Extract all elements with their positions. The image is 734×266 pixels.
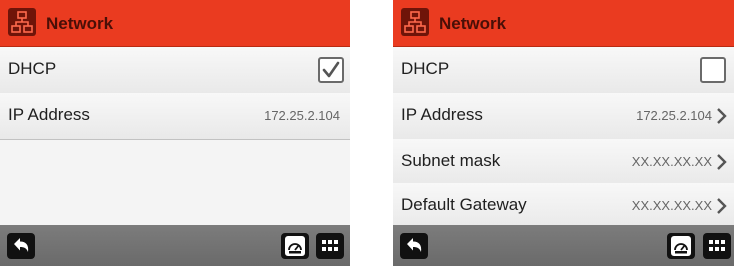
ip-address-value: 172.25.2.104 — [264, 108, 340, 123]
keypad-icon — [709, 240, 725, 251]
network-screen-dhcp-on: Network DHCP IP Address 172.25.2.104 — [0, 0, 350, 266]
ip-address-label: IP Address — [8, 105, 90, 124]
keypad-button[interactable] — [316, 233, 344, 259]
empty-area — [0, 140, 350, 224]
ip-address-value: 172.25.2.104 — [636, 108, 712, 123]
ip-address-row[interactable]: IP Address 172.25.2.104 — [0, 93, 350, 140]
default-gateway-row[interactable]: Default Gateway XX.XX.XX.XX — [393, 183, 734, 230]
speedometer-icon — [285, 236, 305, 256]
checkmark-icon — [322, 61, 340, 78]
footer-bar — [393, 225, 734, 266]
dhcp-checkbox[interactable] — [700, 57, 726, 83]
page-title: Network — [439, 14, 507, 33]
ip-address-label: IP Address — [401, 105, 483, 124]
ip-address-row[interactable]: IP Address 172.25.2.104 — [393, 93, 734, 140]
network-icon — [8, 8, 36, 36]
back-button[interactable] — [7, 233, 35, 259]
chevron-right-icon — [717, 108, 727, 124]
subnet-mask-label: Subnet mask — [401, 151, 501, 170]
back-icon — [407, 238, 422, 252]
back-button[interactable] — [400, 233, 428, 259]
dhcp-checkbox[interactable] — [318, 57, 344, 83]
speedometer-button[interactable] — [667, 233, 695, 259]
keypad-button[interactable] — [703, 233, 731, 259]
subnet-mask-row[interactable]: Subnet mask XX.XX.XX.XX — [393, 139, 734, 186]
default-gateway-value: XX.XX.XX.XX — [631, 198, 712, 213]
chevron-right-icon — [717, 154, 727, 170]
header-bar: Network — [0, 0, 350, 47]
network-screen-dhcp-off: Network DHCP IP Address 172.25.2.104 Sub… — [393, 0, 734, 266]
dhcp-label: DHCP — [401, 59, 450, 78]
header-bar: Network — [393, 0, 734, 47]
dhcp-row[interactable]: DHCP — [393, 47, 734, 94]
speedometer-button[interactable] — [281, 233, 309, 259]
speedometer-icon — [671, 236, 691, 256]
dhcp-label: DHCP — [8, 59, 57, 78]
back-icon — [14, 238, 29, 252]
page-title: Network — [46, 14, 114, 33]
default-gateway-label: Default Gateway — [401, 195, 527, 214]
footer-bar — [0, 225, 350, 266]
subnet-mask-value: XX.XX.XX.XX — [631, 154, 712, 169]
keypad-icon — [322, 240, 338, 251]
network-icon — [401, 8, 429, 36]
dhcp-row[interactable]: DHCP — [0, 47, 350, 94]
chevron-right-icon — [717, 198, 727, 214]
